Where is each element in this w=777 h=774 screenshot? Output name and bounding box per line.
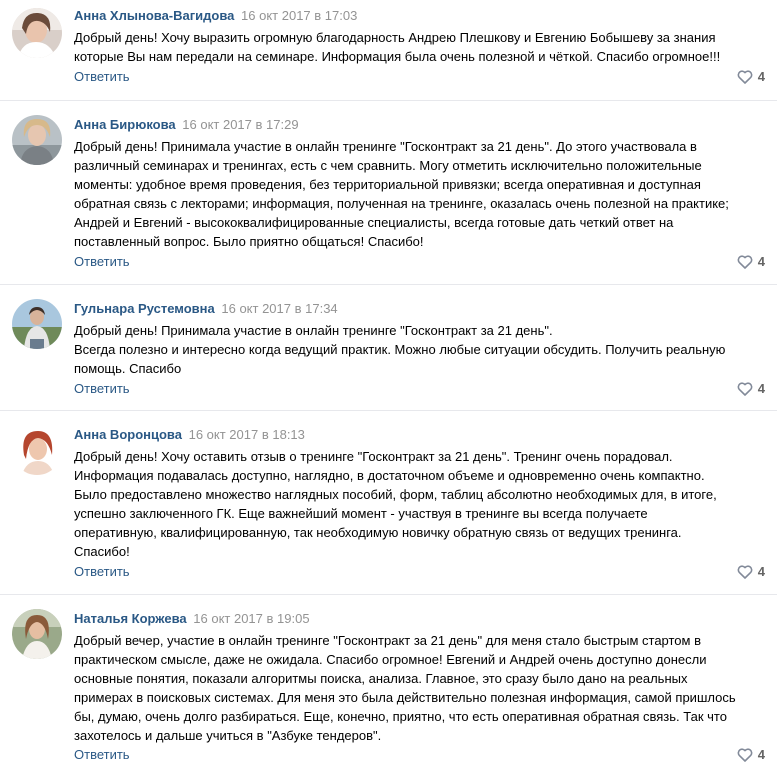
heart-icon: [737, 748, 753, 762]
comment-text: Добрый день! Хочу выразить огромную благ…: [74, 28, 767, 66]
like-count: 4: [757, 69, 765, 84]
reply-button[interactable]: Ответить: [74, 69, 130, 84]
comments-list: Анна Хлынова-Вагидова 16 окт 2017 в 17:0…: [0, 0, 777, 774]
author-name[interactable]: Наталья Коржева: [74, 611, 187, 626]
reply-button[interactable]: Ответить: [74, 254, 130, 269]
comment-text: Добрый день! Принимала участие в онлайн …: [74, 321, 767, 378]
comment-item: Анна Хлынова-Вагидова 16 окт 2017 в 17:0…: [0, 0, 777, 101]
heart-icon: [737, 255, 753, 269]
comment-text-line: бы, думаю, очень долго разбираться. Еще,…: [74, 709, 727, 724]
comment-text-line: основные понятия, показали алгоритмы пои…: [74, 671, 688, 686]
comment-text-line: поставленный вопрос. Было приятно общать…: [74, 234, 424, 249]
comment-text-line: Добрый вечер, участие в онлайн тренинге …: [74, 633, 701, 648]
comment-text-line: Добрый день! Принимала участие в онлайн …: [74, 139, 697, 154]
like-count: 4: [757, 747, 765, 762]
comment-text: Добрый день! Хочу оставить отзыв о трени…: [74, 447, 767, 561]
like-button[interactable]: 4: [737, 564, 765, 580]
like-button[interactable]: 4: [737, 69, 765, 85]
comment-text-line: захотелось и дальше учиться в "Азбуке те…: [74, 728, 382, 743]
comment-text-line: помощь. Спасибо: [74, 361, 182, 376]
comment-text-line: различный семинарах и тренингах, есть с …: [74, 158, 702, 173]
author-name[interactable]: Анна Воронцова: [74, 427, 182, 442]
comment-text-line: практическом смысле, даже не ожидала. Сп…: [74, 652, 707, 667]
comment-text-line: Спасибо!: [74, 544, 130, 559]
comment-text: Добрый вечер, участие в онлайн тренинге …: [74, 631, 767, 745]
comment-text-line: Информация подавалась доступно, наглядно…: [74, 468, 705, 483]
comment-text-line: Всегда полезно и интересно когда ведущий…: [74, 342, 726, 357]
comment-date[interactable]: 16 окт 2017 в 17:29: [182, 117, 298, 132]
like-button[interactable]: 4: [737, 254, 765, 270]
comment-date[interactable]: 16 окт 2017 в 17:03: [241, 8, 357, 23]
heart-icon: [737, 382, 753, 396]
heart-icon: [737, 70, 753, 84]
comment-text-line: Добрый день! Хочу оставить отзыв о трени…: [74, 449, 673, 464]
like-count: 4: [757, 381, 765, 396]
comment-text-line: примерах в поисковых системах. Для меня …: [74, 690, 736, 705]
like-count: 4: [757, 254, 765, 269]
like-button[interactable]: 4: [737, 747, 765, 763]
reply-button[interactable]: Ответить: [74, 747, 130, 762]
comment-item: Анна Бирюкова 16 окт 2017 в 17:29 Добрый…: [0, 101, 777, 285]
comment-item: Наталья Коржева 16 окт 2017 в 19:05 Добр…: [0, 595, 777, 774]
comment-text-line: Добрый день! Хочу выразить огромную благ…: [74, 30, 716, 45]
heart-icon: [737, 565, 753, 579]
author-name[interactable]: Анна Бирюкова: [74, 117, 176, 132]
like-count: 4: [757, 564, 765, 579]
comment-text-line: обратная связь с лекторами; информация, …: [74, 196, 729, 211]
comment-text-line: оперативную, квалифицированную, так необ…: [74, 525, 682, 540]
author-name[interactable]: Анна Хлынова-Вагидова: [74, 8, 234, 23]
comment-text-line: успешно заключенного ГК. Еще важнейший м…: [74, 506, 648, 521]
comment-text-line: Было предоставлено множество наглядных п…: [74, 487, 717, 502]
comment-text: Добрый день! Принимала участие в онлайн …: [74, 137, 767, 251]
avatar[interactable]: [12, 425, 62, 475]
comment-text-line: которые Вы нам передали на семинаре. Инф…: [74, 49, 721, 64]
like-button[interactable]: 4: [737, 381, 765, 397]
comment-item: Анна Воронцова 16 окт 2017 в 18:13 Добры…: [0, 411, 777, 595]
reply-button[interactable]: Ответить: [74, 564, 130, 579]
comment-item: Гульнара Рустемовна 16 окт 2017 в 17:34 …: [0, 285, 777, 411]
avatar[interactable]: [12, 299, 62, 349]
author-name[interactable]: Гульнара Рустемовна: [74, 301, 215, 316]
avatar[interactable]: [12, 609, 62, 659]
comment-date[interactable]: 16 окт 2017 в 19:05: [193, 611, 309, 626]
comment-text-line: моменты: удобное время проведения, без т…: [74, 177, 701, 192]
avatar[interactable]: [12, 8, 62, 58]
reply-button[interactable]: Ответить: [74, 381, 130, 396]
comment-date[interactable]: 16 окт 2017 в 18:13: [189, 427, 305, 442]
comment-text-line: Добрый день! Принимала участие в онлайн …: [74, 323, 553, 338]
comment-text-line: Андрей и Евгений - высококвалифицированн…: [74, 215, 674, 230]
avatar[interactable]: [12, 115, 62, 165]
comment-date[interactable]: 16 окт 2017 в 17:34: [221, 301, 337, 316]
